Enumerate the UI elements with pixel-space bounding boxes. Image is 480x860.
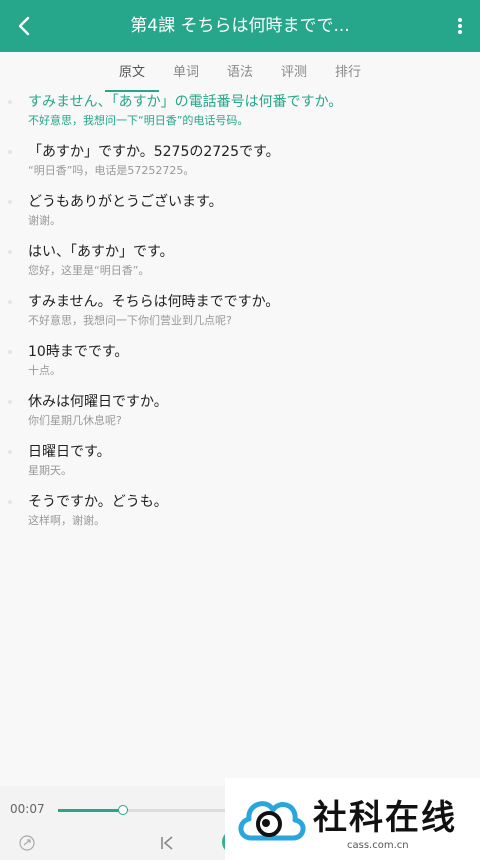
dialogue-list: すみません、「あすか」の電話番号は何番ですか。 不好意思，我想问一下“明日香”的… — [0, 92, 480, 542]
tab-vocabulary[interactable]: 单词 — [159, 52, 213, 92]
line-marker — [8, 250, 12, 254]
japanese-text: どうもありがとうございます。 — [28, 194, 223, 210]
chinese-translation: 不好意思，我想问一下你们营业到几点呢? — [28, 314, 232, 327]
cloud-logo-icon — [238, 801, 306, 841]
japanese-text: すみません、「あすか」の電話番号は何番ですか。 — [28, 94, 343, 110]
dialogue-line[interactable]: 「あすか」ですか。5275の2725です。 “明日香”吗，电话是57252725… — [0, 142, 480, 192]
dialogue-line[interactable]: そうですか。どうも。 这样啊，谢谢。 — [0, 492, 480, 542]
back-button[interactable] — [8, 10, 40, 42]
tab-original-text[interactable]: 原文 — [104, 52, 159, 92]
app-header: 第4課 そちらは何時までで... — [0, 0, 480, 52]
line-marker — [8, 350, 12, 354]
dialogue-line[interactable]: はい、「あすか」です。 您好，这里是“明日香”。 — [0, 242, 480, 292]
japanese-text: 10時までです。 — [28, 344, 129, 360]
tab-grammar[interactable]: 语法 — [213, 52, 267, 92]
japanese-text: そうですか。どうも。 — [28, 494, 168, 510]
japanese-text: 休みは何曜日ですか。 — [28, 394, 168, 410]
dialogue-line[interactable]: どうもありがとうございます。 谢谢。 — [0, 192, 480, 242]
line-marker — [8, 500, 12, 504]
line-marker — [8, 200, 12, 204]
chevron-left-icon — [18, 16, 30, 36]
japanese-text: すみません。そちらは何時までですか。 — [28, 294, 280, 310]
more-vertical-icon — [458, 18, 462, 34]
chinese-translation: 你们星期几休息呢? — [28, 414, 122, 427]
dialogue-line[interactable]: 10時までです。 十点。 — [0, 342, 480, 392]
lesson-title: 第4課 そちらは何時までで... — [130, 16, 350, 36]
line-marker — [8, 300, 12, 304]
dialogue-line[interactable]: すみません、「あすか」の電話番号は何番ですか。 不好意思，我想问一下“明日香”的… — [0, 92, 480, 142]
line-marker — [8, 150, 12, 154]
watermark: 社科在线 cass.com.cn — [225, 778, 480, 860]
chinese-translation: 这样啊，谢谢。 — [28, 514, 105, 527]
watermark-url: cass.com.cn — [347, 840, 409, 851]
dialogue-line[interactable]: 休みは何曜日ですか。 你们星期几休息呢? — [0, 392, 480, 442]
dialogue-line[interactable]: すみません。そちらは何時までですか。 不好意思，我想问一下你们营业到几点呢? — [0, 292, 480, 342]
tab-ranking[interactable]: 排行 — [321, 52, 375, 92]
chinese-translation: 星期天。 — [28, 464, 72, 477]
line-marker — [8, 100, 12, 104]
line-marker — [8, 450, 12, 454]
japanese-text: はい、「あすか」です。 — [28, 244, 174, 260]
progress-slider[interactable] — [58, 805, 238, 815]
more-options-button[interactable] — [446, 10, 474, 42]
japanese-text: 「あすか」ですか。5275の2725です。 — [28, 144, 280, 160]
line-marker — [8, 400, 12, 404]
watermark-text: 社科在线 — [313, 798, 457, 838]
previous-icon[interactable] — [158, 834, 176, 852]
chinese-translation: 您好，这里是“明日香”。 — [28, 264, 150, 277]
tab-evaluation[interactable]: 评测 — [267, 52, 321, 92]
japanese-text: 日曜日です。 — [28, 444, 111, 460]
chinese-translation: “明日香”吗，电话是57252725。 — [28, 164, 195, 177]
loop-icon[interactable] — [18, 834, 36, 852]
chinese-translation: 十点。 — [28, 364, 61, 377]
chinese-translation: 谢谢。 — [28, 214, 61, 227]
content-tabs: 原文 单词 语法 评测 排行 — [0, 52, 480, 92]
progress-handle[interactable] — [117, 805, 128, 815]
current-time: 00:07 — [10, 802, 45, 816]
chinese-translation: 不好意思，我想问一下“明日香”的电话号码。 — [28, 114, 249, 127]
dialogue-line[interactable]: 日曜日です。 星期天。 — [0, 442, 480, 492]
progress-fill — [58, 809, 123, 812]
